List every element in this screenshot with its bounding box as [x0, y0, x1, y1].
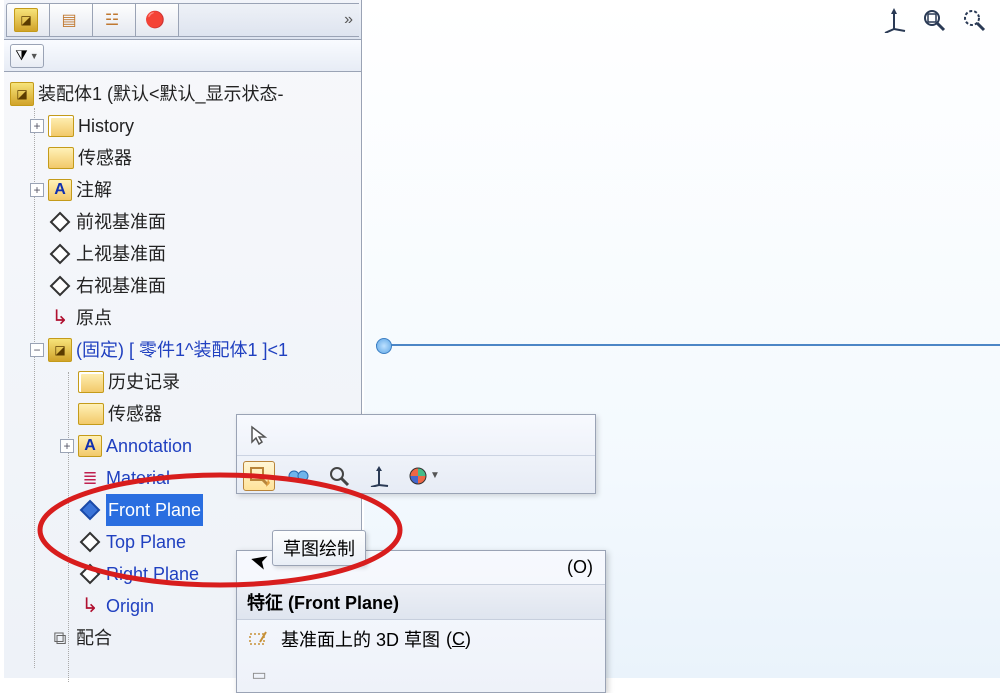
config-icon: ☳: [100, 8, 124, 32]
tree-root-label: 装配体1 (默认<默认_显示状态-: [38, 78, 284, 110]
view-hud-tools: [878, 4, 990, 36]
plane-icon: [78, 530, 102, 554]
context-menu-item-next[interactable]: ▭: [237, 658, 605, 692]
mates-icon: ⧉: [48, 626, 72, 650]
normal-to-icon[interactable]: [363, 461, 395, 491]
tree-label: 传感器: [78, 142, 132, 174]
context-menu: (O) 特征 (Front Plane) 基准面上的 3D 草图 (C) ▭: [236, 550, 606, 693]
origin-icon: ↳: [48, 306, 72, 330]
plane-icon: [48, 242, 72, 266]
show-hide-icon[interactable]: [283, 461, 315, 491]
tree-root-assembly[interactable]: ◪ 装配体1 (默认<默认_显示状态-: [4, 78, 361, 110]
expand-toggle[interactable]: −: [30, 343, 44, 357]
context-menu-item-key: (C): [446, 629, 471, 650]
plane-edge-line: [376, 344, 1000, 346]
tree-label: 注解: [76, 174, 112, 206]
sensors-folder-icon: [48, 147, 74, 169]
plane-icon: [48, 210, 72, 234]
view-triad-icon[interactable]: [878, 4, 910, 36]
assembly-icon: ◪: [10, 82, 34, 106]
tree-item-part[interactable]: − ◪ (固定) [ 零件1^装配体1 ]<1: [4, 334, 361, 366]
tree-label: (固定) [ 零件1^装配体1 ]<1: [76, 334, 288, 366]
property-icon: ▤: [57, 8, 81, 32]
zoom-area-icon[interactable]: [958, 4, 990, 36]
tab-property-manager[interactable]: ▤: [49, 3, 93, 37]
tab-display-manager[interactable]: 🔴: [135, 3, 179, 37]
tree-item-history[interactable]: + History: [4, 110, 361, 142]
plane-icon: [78, 562, 102, 586]
sketch-3d-icon: [245, 628, 273, 650]
annotations-icon: A: [78, 435, 102, 457]
context-menu-header: 特征 (Front Plane): [237, 585, 605, 620]
blank-icon: ▭: [245, 664, 273, 686]
panel-tab-strip: ◪ ▤ ☳ 🔴 »: [4, 0, 361, 40]
context-menu-header-text: 特征 (Front Plane): [247, 593, 399, 613]
assembly-icon: ◪: [14, 8, 38, 32]
tab-overflow[interactable]: »: [179, 3, 359, 37]
tree-label: Material: [106, 462, 170, 494]
selection-tool-icon[interactable]: [243, 420, 275, 450]
tree-item-annotations[interactable]: + A 注解: [4, 174, 361, 206]
material-icon: ≣: [78, 466, 102, 490]
filter-button[interactable]: ⧩ ▼: [10, 44, 44, 68]
chevron-down-icon: ▼: [30, 51, 39, 61]
filter-bar: ⧩ ▼: [4, 40, 361, 72]
context-toolbar: ▼: [236, 414, 596, 494]
tree-item-child-front-plane[interactable]: Front Plane: [4, 494, 361, 526]
tree-label: 上视基准面: [76, 238, 166, 270]
tree-item-origin[interactable]: ↳ 原点: [4, 302, 361, 334]
tree-label: 右视基准面: [76, 270, 166, 302]
tree-label: Annotation: [106, 430, 192, 462]
appearance-dropdown[interactable]: ▼: [403, 461, 445, 491]
tree-item-sensors[interactable]: 传感器: [4, 142, 361, 174]
history-folder-icon: [78, 371, 104, 393]
tree-label: 原点: [76, 302, 112, 334]
tree-label: 配合: [76, 622, 112, 654]
expand-toggle[interactable]: +: [30, 183, 44, 197]
tree-item-child-history[interactable]: 历史记录: [4, 366, 361, 398]
tab-feature-manager[interactable]: ◪: [6, 3, 50, 37]
plane-icon: [48, 274, 72, 298]
tree-item-top-plane[interactable]: 上视基准面: [4, 238, 361, 270]
expand-toggle[interactable]: +: [30, 119, 44, 133]
context-menu-item-label: 基准面上的 3D 草图: [281, 626, 440, 652]
tree-label: 历史记录: [108, 366, 180, 398]
sketch-button[interactable]: [243, 461, 275, 491]
tree-item-front-plane[interactable]: 前视基准面: [4, 206, 361, 238]
plane-icon: [78, 498, 102, 522]
tooltip-sketch: 草图绘制: [272, 530, 366, 566]
chevron-down-icon: ▼: [430, 470, 440, 481]
context-menu-item-key: (O): [567, 557, 593, 578]
tree-label: 传感器: [108, 398, 162, 430]
appearance-icon: 🔴: [143, 8, 167, 32]
part-icon: ◪: [48, 338, 72, 362]
tree-label: Origin: [106, 590, 154, 622]
zoom-to-selection-icon[interactable]: [323, 461, 355, 491]
tree-label: Right Plane: [106, 558, 199, 590]
tooltip-text: 草图绘制: [283, 539, 355, 559]
history-folder-icon: [48, 115, 74, 137]
tree-label: Top Plane: [106, 526, 186, 558]
tree-label: 前视基准面: [76, 206, 166, 238]
tree-item-right-plane[interactable]: 右视基准面: [4, 270, 361, 302]
tab-configuration-manager[interactable]: ☳: [92, 3, 136, 37]
funnel-icon: ⧩: [15, 47, 28, 64]
sensors-folder-icon: [78, 403, 104, 425]
context-menu-item-3d-sketch[interactable]: 基准面上的 3D 草图 (C): [237, 620, 605, 658]
tree-label-selected: Front Plane: [106, 494, 203, 526]
zoom-fit-icon[interactable]: [918, 4, 950, 36]
tree-label: History: [78, 110, 134, 142]
expand-toggle[interactable]: +: [60, 439, 74, 453]
annotations-icon: A: [48, 179, 72, 201]
origin-icon: ↳: [78, 594, 102, 618]
